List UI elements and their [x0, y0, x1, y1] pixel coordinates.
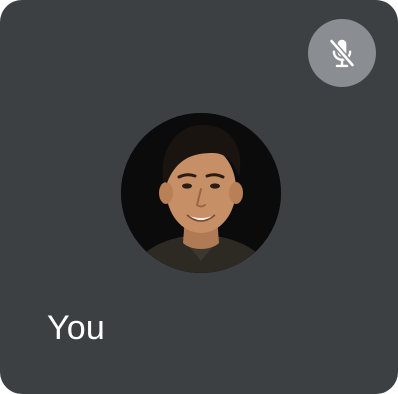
- avatar-photo: [121, 113, 281, 273]
- avatar: [121, 113, 281, 273]
- mic-muted-indicator: [308, 19, 376, 87]
- participant-name: You: [47, 309, 105, 347]
- participant-tile[interactable]: You: [0, 0, 398, 394]
- mic-off-icon: [328, 38, 356, 68]
